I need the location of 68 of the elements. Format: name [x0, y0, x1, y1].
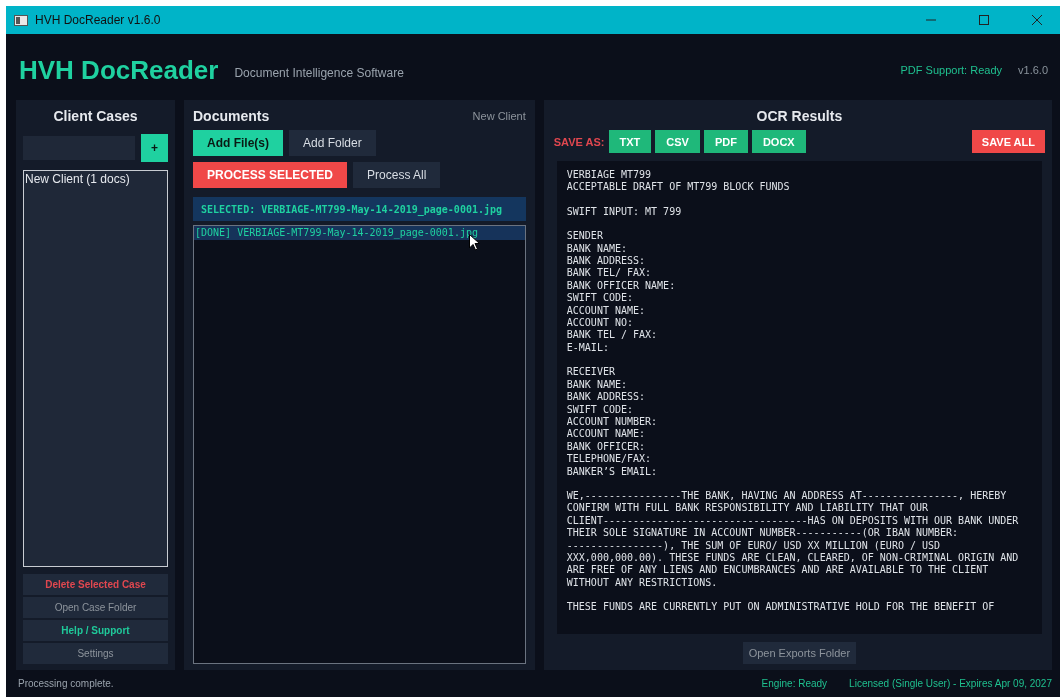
ocr-text-line: SWIFT INPUT: MT 799 [566, 205, 683, 219]
ocr-text-line: BANK NAME: [566, 378, 628, 392]
engine-status: Engine: Ready [761, 678, 828, 689]
case-item[interactable]: New Client (1 docs) [24, 171, 167, 187]
export-format-button[interactable]: CSV [655, 130, 700, 153]
ocr-text-line: BANK ADDRESS: [566, 391, 647, 404]
case-list[interactable]: New Client (1 docs) [23, 170, 168, 567]
document-item[interactable]: [DONE] VERBIAGE-MT799-May-14-2019_page-0001.jpg [194, 226, 525, 240]
ocr-text-line: BANK TEL / FAX: [566, 329, 659, 342]
app-icon [14, 14, 28, 26]
version-label: v1.6.0 [1018, 64, 1048, 76]
ocr-text-line: RECEIVER [566, 366, 616, 379]
add-case-button[interactable]: + [141, 134, 168, 162]
ocr-text-line: ACCOUNT NO: [566, 317, 634, 330]
ocr-text-line: WE,----------------THE BANK, HAVING AN ADDRESS AT----------------, HEREBY [566, 489, 1008, 503]
panel-title: Client Cases [52, 108, 139, 124]
ocr-text-line: BANK NAME: [566, 242, 628, 256]
ocr-text-line: BANK TEL/ FAX: [566, 267, 653, 280]
ocr-text-line: THESE FUNDS ARE CURRENTLY PUT ON ADMINISTRATIVE HOLD FOR THE BENEFIT OF [566, 601, 996, 614]
app-name: HVH DocReader [19, 54, 219, 86]
ocr-text-line: ACCOUNT NAME: [566, 428, 647, 441]
client-name: New Client [472, 110, 526, 122]
ocr-text-line: BANK ADDRESS: [566, 255, 647, 268]
maximize-icon [979, 15, 989, 25]
case-action-button[interactable]: Open Case Folder [23, 597, 168, 618]
ocr-text-line: BANK OFFICER: [566, 440, 647, 454]
export-format-button[interactable]: TXT [608, 130, 652, 153]
case-action-button[interactable]: Delete Selected Case [23, 574, 168, 595]
tagline: Document Intelligence Software [234, 66, 405, 80]
close-icon [1032, 15, 1042, 25]
panel-title: Documents [193, 108, 270, 124]
minimize-icon [926, 19, 936, 21]
pdf-status: PDF Support: Ready [900, 64, 1003, 76]
ocr-text-line: SWIFT CODE: [566, 403, 634, 416]
case-action-button[interactable]: Settings [23, 643, 168, 664]
window-title: HVH DocReader v1.6.0 [35, 13, 162, 27]
panel-title: OCR Results [755, 108, 844, 124]
ocr-text-line: XXX,000,000.00). THESE FUNDS ARE CLEAN, CLEARED, OF NON-CRIMINAL ORIGIN AND [566, 551, 1020, 565]
document-action-button[interactable]: Process All [353, 162, 441, 188]
save-as-label: SAVE AS: [553, 135, 605, 148]
ocr-text-line: ACCEPTABLE DRAFT OF MT799 BLOCK FUNDS [566, 181, 791, 194]
open-exports-button[interactable]: Open Exports Folder [742, 642, 857, 664]
ocr-text-line: WITHOUT ANY RESTRICTIONS. [566, 576, 719, 590]
status-message: Processing complete. [18, 678, 115, 689]
selected-file-banner: SELECTED: VERBIAGE-MT799-May-14-2019_page-0001.jpg [193, 197, 526, 221]
save-all-button[interactable]: SAVE ALL [971, 130, 1045, 153]
document-action-button[interactable]: Add Folder [289, 130, 376, 156]
case-action-button[interactable]: Help / Support [23, 620, 168, 641]
document-list[interactable]: [DONE] VERBIAGE-MT799-May-14-2019_page-0001.jpg [193, 225, 526, 664]
document-action-button[interactable]: Add File(s) [193, 130, 283, 156]
ocr-text-line: SENDER [566, 230, 604, 243]
ocr-text-line: ACCOUNT NAME: [566, 304, 647, 318]
ocr-text-line: ACCOUNT NUMBER: [566, 415, 659, 429]
ocr-text-line: CONFIRM WITH FULL BANK RESPONSIBILITY AND LIABILITY THAT OUR [566, 502, 929, 515]
document-action-button[interactable]: PROCESS SELECTED [193, 162, 348, 188]
export-format-button[interactable]: PDF [703, 130, 748, 153]
ocr-text-line: VERBIAGE MT799 [566, 169, 653, 182]
ocr-text-line: BANKER’S EMAIL: [566, 465, 659, 478]
ocr-text-line: TELEPHONE/FAX: [566, 453, 653, 466]
ocr-text-line: BANK OFFICER NAME: [566, 279, 677, 293]
ocr-text-line: THEIR SOLE SIGNATURE IN ACCOUNT NUMBER-----------(OR IBAN NUMBER: [566, 527, 960, 540]
ocr-text-line: E-MAIL: [566, 341, 610, 355]
ocr-text-line: ----------------), THE SUM OF EURO/ USD XX MILLION (EURO / USD [566, 539, 942, 552]
ocr-text-line: CLIENT----------------------------------HAS ON DEPOSITS WITH OUR BANK UNDER [566, 514, 1020, 528]
export-format-button[interactable]: DOCX [751, 130, 806, 153]
ocr-text-line: SWIFT CODE: [566, 292, 634, 305]
license-status: Licensed (Single User) - Expires Apr 09, 2027 [849, 678, 1052, 689]
ocr-text-line: ARE FREE OF ANY LIENS AND ENCUMBRANCES AND ARE AVAILABLE TO THE CLIENT [566, 564, 990, 577]
